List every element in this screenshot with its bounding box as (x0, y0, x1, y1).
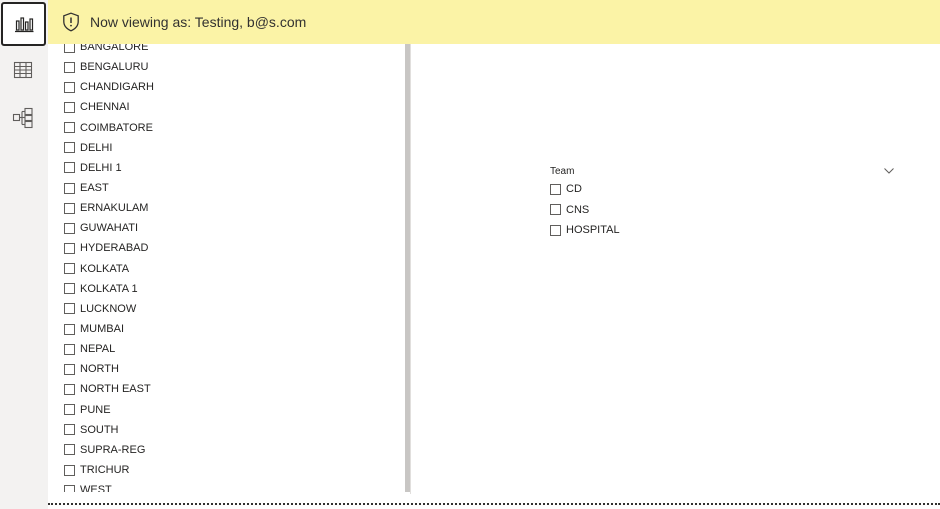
team-slicer-list: CD CNS HOSPITAL (550, 179, 895, 241)
model-icon (12, 107, 33, 129)
team-slicer-item-label: HOSPITAL (566, 224, 620, 237)
checkbox[interactable] (64, 283, 75, 295)
city-slicer-item-label: NORTH EAST (80, 383, 151, 396)
city-slicer-item[interactable]: WEST (64, 480, 154, 492)
bar-chart-icon (14, 17, 33, 33)
city-slicer-item-label: SOUTH (80, 423, 119, 436)
team-slicer-header: Team (550, 163, 895, 179)
city-slicer-item[interactable]: DELHI 1 (64, 158, 154, 178)
shield-warning-icon (61, 12, 81, 32)
city-slicer-item-label: NORTH (80, 363, 119, 376)
city-slicer-item-label: NEPAL (80, 343, 116, 356)
city-slicer-item-label: COIMBATORE (80, 121, 153, 134)
city-slicer-item[interactable]: SOUTH (64, 420, 154, 440)
checkbox[interactable] (64, 142, 75, 154)
city-slicer-item[interactable]: MUMBAI (64, 319, 154, 339)
city-slicer-item-label: KOLKATA (80, 262, 130, 275)
city-slicer-item-label: DELHI 1 (80, 161, 122, 174)
city-slicer-item[interactable]: EAST (64, 178, 154, 198)
canvas-bottom-border (48, 503, 940, 505)
city-slicer-item-label: MUMBAI (80, 323, 124, 336)
model-view-button[interactable] (0, 98, 46, 138)
city-slicer-item-label: DELHI (80, 141, 113, 154)
checkbox[interactable] (64, 242, 75, 254)
city-slicer-item[interactable]: BENGALURU (64, 57, 154, 77)
view-as-banner: Now viewing as: Testing, b@s.com (48, 0, 940, 44)
team-slicer-item[interactable]: HOSPITAL (550, 220, 895, 241)
city-slicer-item[interactable]: GUWAHATI (64, 218, 154, 238)
city-slicer-item[interactable]: NORTH (64, 359, 154, 379)
checkbox[interactable] (64, 303, 75, 315)
city-slicer-item-label: KOLKATA 1 (80, 282, 138, 295)
city-slicer-item[interactable]: BANGALORE (64, 44, 154, 57)
checkbox[interactable] (64, 363, 75, 375)
city-slicer-item[interactable]: KOLKATA (64, 259, 154, 279)
checkbox[interactable] (64, 81, 75, 93)
checkbox[interactable] (64, 44, 75, 53)
city-slicer-item[interactable]: NEPAL (64, 339, 154, 359)
checkbox[interactable] (550, 224, 561, 236)
team-slicer-title: Team (550, 165, 575, 177)
city-slicer-item-label: EAST (80, 182, 109, 195)
city-slicer-item[interactable]: CHENNAI (64, 97, 154, 117)
checkbox[interactable] (64, 484, 75, 492)
city-slicer-item[interactable]: KOLKATA 1 (64, 279, 154, 299)
checkbox[interactable] (64, 162, 75, 174)
city-slicer-item[interactable]: SUPRA-REG (64, 440, 154, 460)
team-slicer-item-label: CD (566, 183, 582, 196)
city-slicer-item-label: CHANDIGARH (80, 81, 154, 94)
report-canvas: BANGALORE BENGALURU CHANDIGARH CHENNAI COIMB… (48, 44, 940, 509)
city-slicer-item-label: CHENNAI (80, 101, 130, 114)
team-slicer: Team CD CNS HOSPITAL (550, 163, 895, 241)
checkbox[interactable] (64, 404, 75, 416)
checkbox[interactable] (64, 61, 75, 73)
table-icon (13, 61, 33, 79)
data-view-button[interactable] (0, 50, 46, 90)
report-view-button[interactable] (1, 2, 46, 46)
team-slicer-item[interactable]: CNS (550, 200, 895, 221)
checkbox[interactable] (64, 202, 75, 214)
city-slicer-item[interactable]: NORTH EAST (64, 379, 154, 399)
left-nav-rail (0, 0, 49, 509)
city-slicer-item[interactable]: TRICHUR (64, 460, 154, 480)
city-slicer-item[interactable]: LUCKNOW (64, 299, 154, 319)
checkbox[interactable] (64, 444, 75, 456)
checkbox[interactable] (64, 383, 75, 395)
city-slicer-item-label: SUPRA-REG (80, 443, 146, 456)
city-slicer-item[interactable]: DELHI (64, 138, 154, 158)
checkbox[interactable] (64, 323, 75, 335)
city-slicer-item-label: BENGALURU (80, 61, 149, 74)
checkbox[interactable] (64, 122, 75, 134)
checkbox[interactable] (64, 101, 75, 113)
city-slicer-item-label: LUCKNOW (80, 302, 137, 315)
chevron-down-icon[interactable] (883, 167, 895, 175)
city-slicer-item-label: HYDERABAD (80, 242, 149, 255)
checkbox[interactable] (64, 182, 75, 194)
checkbox[interactable] (64, 263, 75, 275)
city-slicer-item-label: ERNAKULAM (80, 202, 149, 215)
city-slicer-item-label: BANGALORE (80, 44, 149, 54)
banner-text: Now viewing as: Testing, b@s.com (90, 14, 307, 30)
checkbox[interactable] (64, 222, 75, 234)
city-slicer-item-label: TRICHUR (80, 464, 130, 477)
city-slicer-item-label: GUWAHATI (80, 222, 139, 235)
checkbox[interactable] (64, 424, 75, 436)
team-slicer-item[interactable]: CD (550, 179, 895, 200)
team-slicer-item-label: CNS (566, 203, 590, 216)
checkbox[interactable] (550, 204, 561, 216)
city-slicer-item[interactable]: HYDERABAD (64, 238, 154, 258)
city-slicer-item[interactable]: CHANDIGARH (64, 77, 154, 97)
checkbox[interactable] (64, 343, 75, 355)
checkbox[interactable] (550, 183, 561, 195)
city-slicer-list: BANGALORE BENGALURU CHANDIGARH CHENNAI COIMB… (64, 44, 154, 492)
city-slicer-item[interactable]: COIMBATORE (64, 118, 154, 138)
city-slicer: BANGALORE BENGALURU CHANDIGARH CHENNAI COIMB… (58, 44, 408, 492)
city-slicer-item-label: WEST (80, 484, 112, 492)
city-slicer-item-label: PUNE (80, 403, 111, 416)
team-visual-container: Team CD CNS HOSPITAL (410, 44, 940, 494)
city-slicer-item[interactable]: PUNE (64, 400, 154, 420)
checkbox[interactable] (64, 464, 75, 476)
city-slicer-item[interactable]: ERNAKULAM (64, 198, 154, 218)
